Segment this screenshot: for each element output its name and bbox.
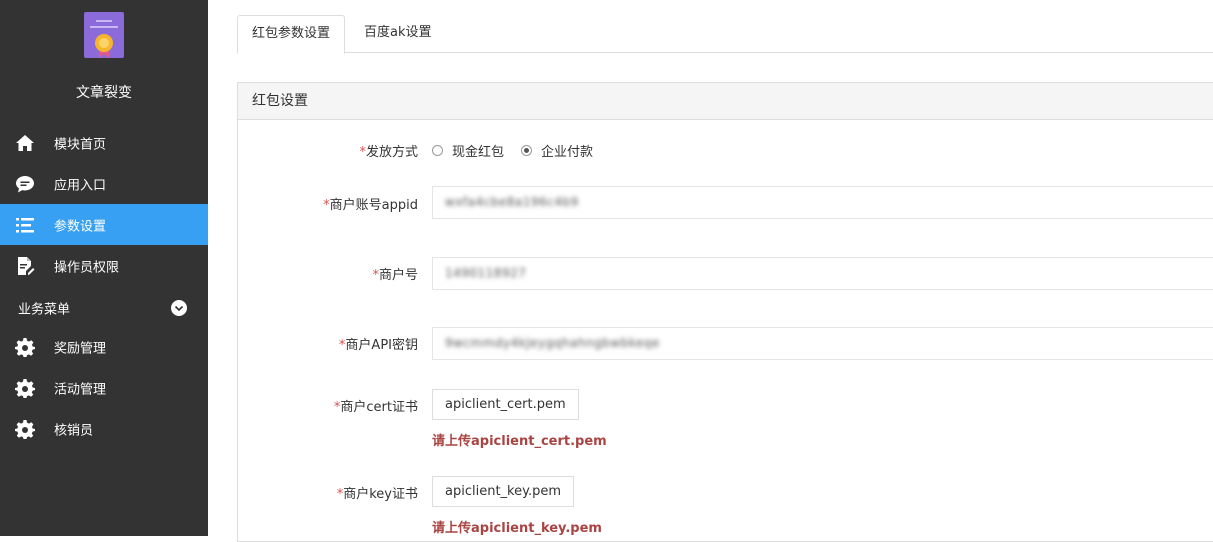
sidebar-item-settings[interactable]: 参数设置 (0, 204, 208, 245)
sidebar-item-activities[interactable]: 活动管理 (0, 367, 208, 408)
sidebar-item-label: 参数设置 (54, 219, 107, 234)
mch-id-input[interactable]: 1490118927 (432, 257, 1213, 290)
cert-label: *商户cert证书 (333, 400, 418, 415)
list-icon (16, 217, 34, 232)
cert-upload-hint: 请上传apiclient_cert.pem (432, 434, 607, 449)
cert-file-upload[interactable]: apiclient_cert.pem (432, 389, 579, 420)
gear-icon (15, 378, 35, 398)
mch-id-value: 1490118927 (445, 266, 527, 280)
sidebar-item-label: 应用入口 (54, 178, 107, 193)
sidebar-item-label: 核销员 (54, 423, 94, 438)
appid-input[interactable]: wxfa4cbe8a196c4b9 (432, 186, 1213, 219)
pay-method-label: *发放方式 (359, 145, 418, 160)
sidebar-section-business-menu[interactable]: 业务菜单 (0, 288, 208, 328)
key-label: *商户key证书 (336, 487, 418, 502)
sidebar-item-verifiers[interactable]: 核销员 (0, 408, 208, 449)
sidebar: 文章裂变 模块首页 应用入口 参数设置 操作员权限 业务菜单 奖励管理 活动管理… (0, 0, 208, 536)
api-key-input[interactable]: 9wcmmdy4kJeygqhahngbwbkeqe (432, 327, 1213, 360)
redpacket-settings-panel: 红包设置 *发放方式 现金红包 企业付款 *商户账号appid wxfa4cbe… (237, 82, 1213, 542)
chat-bubble-icon (16, 175, 34, 192)
sidebar-item-label: 模块首页 (54, 137, 107, 152)
api-key-label: *商户API密钥 (338, 338, 418, 353)
sidebar-item-operator[interactable]: 操作员权限 (0, 245, 208, 286)
radio-enterprise-payment[interactable]: 企业付款 (521, 141, 593, 160)
sidebar-item-rewards[interactable]: 奖励管理 (0, 326, 208, 367)
certificate-logo-icon (84, 12, 124, 58)
tab-bar: 红包参数设置 百度ak设置 (237, 15, 1213, 54)
appid-label: *商户账号appid (323, 198, 418, 213)
radio-cash-redpacket[interactable]: 现金红包 (432, 141, 504, 160)
sidebar-item-label: 活动管理 (54, 382, 107, 397)
radio-button[interactable] (432, 145, 443, 156)
sidebar-item-home[interactable]: 模块首页 (0, 122, 208, 163)
sidebar-item-label: 奖励管理 (54, 341, 107, 356)
mch-id-label: *商户号 (372, 268, 418, 283)
document-edit-icon (18, 256, 35, 275)
radio-label: 企业付款 (541, 145, 594, 160)
key-file-upload[interactable]: apiclient_key.pem (432, 476, 574, 507)
api-key-value: 9wcmmdy4kJeygqhahngbwbkeqe (445, 336, 660, 350)
radio-button[interactable] (521, 145, 533, 156)
main-content: 红包参数设置 百度ak设置 红包设置 *发放方式 现金红包 企业付款 *商户账号… (208, 0, 1213, 542)
pay-method-radio-group: 现金红包 企业付款 (432, 141, 610, 160)
tab-baidu-ak-settings[interactable]: 百度ak设置 (350, 15, 446, 53)
tab-redpacket-settings[interactable]: 红包参数设置 (237, 15, 346, 54)
radio-label: 现金红包 (452, 145, 505, 160)
sidebar-item-entry[interactable]: 应用入口 (0, 163, 208, 204)
sidebar-item-label: 操作员权限 (54, 260, 120, 275)
app-title: 文章裂变 (76, 85, 132, 101)
key-upload-hint: 请上传apiclient_key.pem (432, 521, 602, 536)
appid-value: wxfa4cbe8a196c4b9 (445, 195, 579, 209)
panel-title: 红包设置 (238, 83, 1213, 120)
chevron-down-icon[interactable] (171, 300, 187, 316)
home-icon (16, 134, 34, 151)
gear-icon (15, 337, 35, 357)
sidebar-section-label: 业务菜单 (18, 302, 71, 318)
gear-icon (15, 419, 35, 439)
